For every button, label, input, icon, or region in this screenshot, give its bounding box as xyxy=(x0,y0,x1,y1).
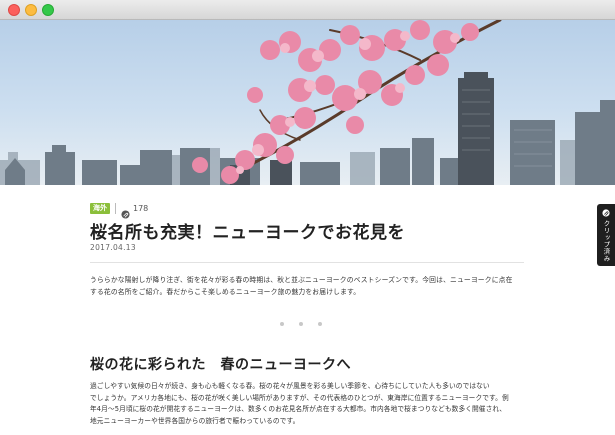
hero-image xyxy=(0,20,615,185)
close-window-button[interactable] xyxy=(8,4,20,16)
minimize-window-button[interactable] xyxy=(25,4,37,16)
article-title: 桜名所も充実！ニューヨークでお花見を xyxy=(90,223,405,243)
article-date: 2017.04.13 xyxy=(90,243,136,252)
clip-tab-button[interactable]: クリップ済み xyxy=(597,204,615,266)
intro-line: うららかな陽射しが降り注ぎ、街を花々が彩る春の時期は、秋と並ぶニューヨークのベス… xyxy=(90,276,513,284)
separator-dot xyxy=(280,322,284,326)
clip-tab-icon xyxy=(602,209,610,217)
body-line: 過ごしやすい気候の日々が続き、身も心も軽くなる春。桜の花々が風景を彩る美しい季節… xyxy=(90,382,490,390)
maximize-window-button[interactable] xyxy=(42,4,54,16)
clip-count: 178 xyxy=(133,203,149,213)
category-badge[interactable]: 海外 xyxy=(90,202,110,214)
meta-divider xyxy=(115,202,116,214)
clip-tab-label: クリップ済み xyxy=(602,220,610,262)
section-separator-dots xyxy=(280,322,322,326)
body-line: 地元ニューヨーカーや世界各国からの旅行者で賑わっているのです。 xyxy=(90,416,300,425)
title-divider xyxy=(90,262,524,263)
body-line: 年4月〜5月頃に桜の花が開花するニューヨークは、数多くのお花見名所が点在する大都… xyxy=(90,405,507,413)
section-heading: 桜の花に彩られた 春のニューヨークへ xyxy=(90,357,351,373)
article-intro: うららかな陽射しが降り注ぎ、街を花々が彩る春の時期は、秋と並ぶニューヨークのベス… xyxy=(90,274,530,298)
body-line: でしょうか。アメリカ各地にも、桜の花が咲く美しい場所がありますが、その代表格のひ… xyxy=(90,393,509,402)
paperclip-icon xyxy=(121,204,130,219)
article-body: 過ごしやすい気候の日々が続き、身も心も軽くなる春。桜の花々が風景を彩る美しい季節… xyxy=(90,381,530,427)
separator-dot xyxy=(299,322,303,326)
article-meta: 海外 178 xyxy=(90,202,149,219)
window-titlebar xyxy=(0,0,615,20)
intro-line: する花の名所をご紹介。春だからこそ楽しめるニューヨーク旅の魅力をお届けします。 xyxy=(90,288,361,296)
separator-dot xyxy=(318,322,322,326)
